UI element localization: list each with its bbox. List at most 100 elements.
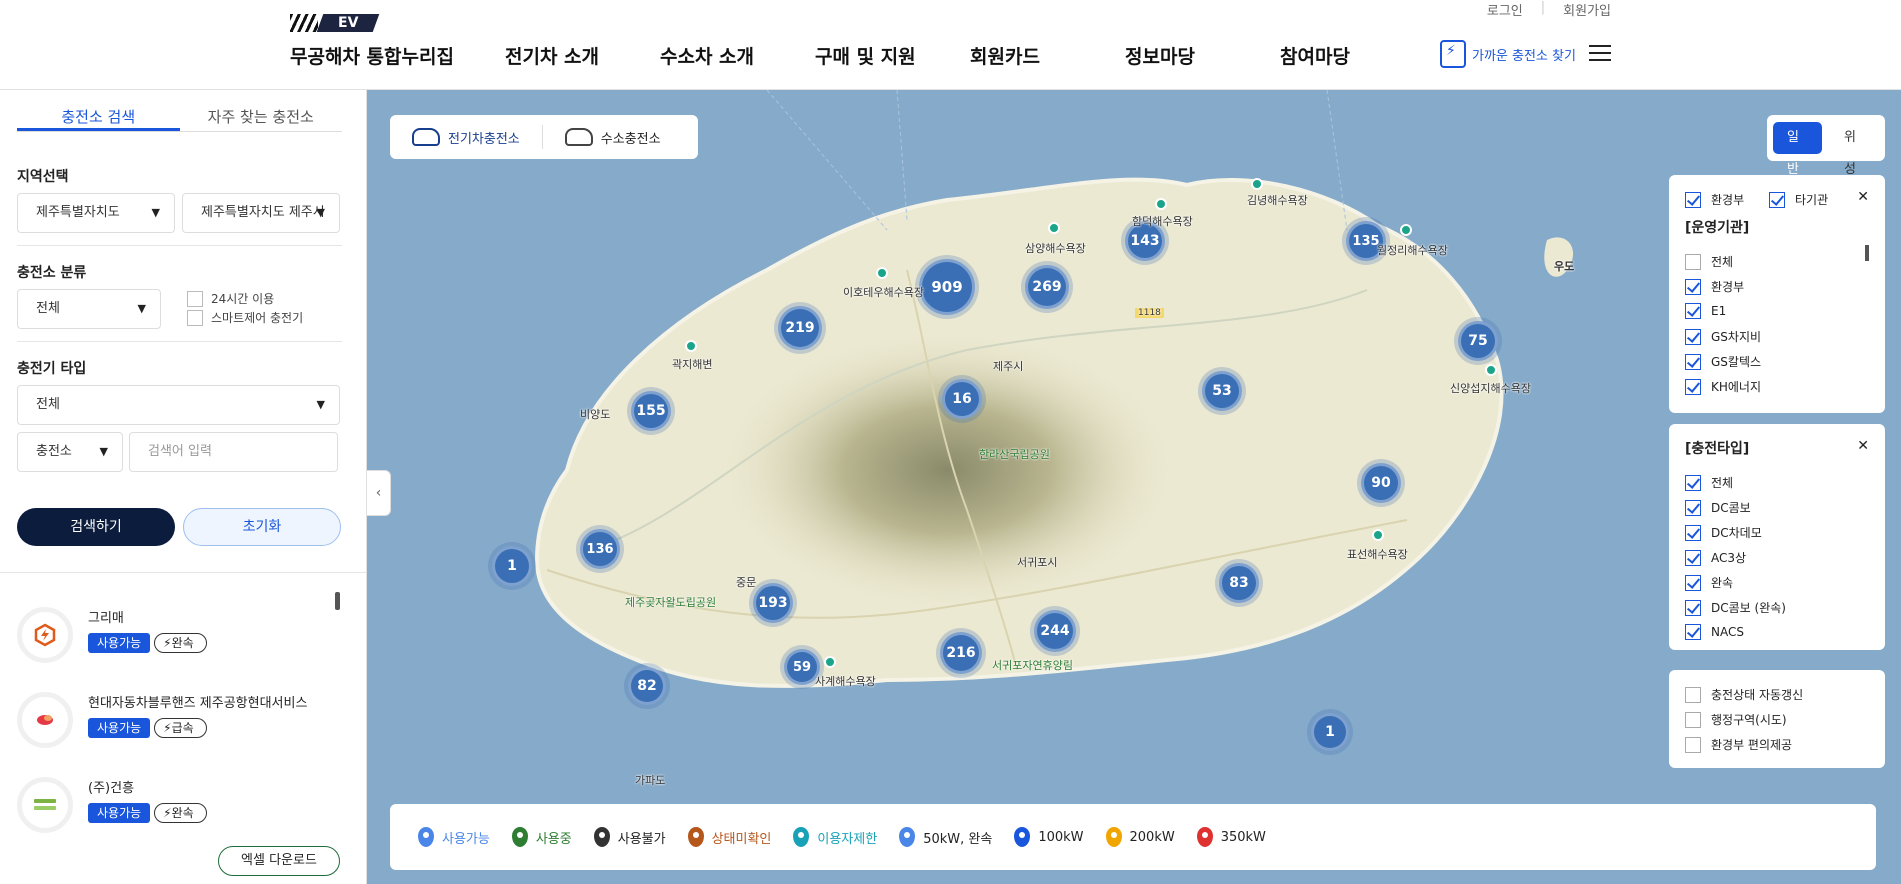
checkbox[interactable]: [1685, 499, 1701, 516]
checkbox[interactable]: [1685, 711, 1701, 728]
checkbox[interactable]: [1685, 736, 1701, 753]
operator-item[interactable]: 전체: [1685, 253, 1733, 270]
close-icon[interactable]: ✕: [1857, 438, 1869, 454]
checkbox[interactable]: [1685, 253, 1701, 270]
checkbox[interactable]: [1685, 191, 1701, 208]
search-target-select[interactable]: 충전소 ▼: [17, 432, 123, 472]
checkbox[interactable]: [1685, 328, 1701, 345]
cluster-marker[interactable]: 136: [580, 529, 620, 569]
map-view[interactable]: 909 269 143 135 219 16 53 75 155 90 136 …: [367, 90, 1901, 884]
find-nearby-charger-button[interactable]: 가까운 충전소 찾기: [1440, 40, 1576, 68]
checkbox[interactable]: [1685, 686, 1701, 703]
bolt-icon: ⚡: [163, 636, 172, 650]
operator-item[interactable]: GS차지비: [1685, 328, 1761, 345]
charge-type-item[interactable]: 전체: [1685, 474, 1733, 491]
checkbox[interactable]: [1685, 474, 1701, 491]
list-item[interactable]: 현대자동차블루핸즈 제주공항현대서비스 사용가능 ⚡급속: [17, 692, 337, 772]
place-label: 제주시: [993, 360, 1024, 373]
charge-type-item[interactable]: DC콤보 (완속): [1685, 599, 1786, 616]
checkbox[interactable]: [1685, 378, 1701, 395]
cluster-marker[interactable]: 219: [778, 306, 822, 350]
tab-ev-charger[interactable]: 전기차충전소: [390, 125, 543, 149]
login-link[interactable]: 로그인: [1487, 0, 1523, 19]
checkbox[interactable]: [1685, 574, 1701, 591]
station-name[interactable]: 현대자동차블루핸즈 제주공항현대서비스: [88, 692, 307, 711]
checkbox[interactable]: [187, 309, 203, 326]
operator-scrollbar[interactable]: [1865, 245, 1869, 261]
filter-other-agency[interactable]: 타기관: [1769, 191, 1828, 208]
view-satellite-button[interactable]: 위성: [1830, 122, 1879, 177]
location-pin-icon: [511, 827, 528, 847]
checkbox[interactable]: [1685, 353, 1701, 370]
nav-hydrogen-intro[interactable]: 수소차 소개: [660, 42, 815, 69]
nav-ev-intro[interactable]: 전기차 소개: [505, 42, 660, 69]
nav-member-card[interactable]: 회원카드: [970, 42, 1125, 69]
cluster-marker[interactable]: 155: [631, 391, 671, 431]
cluster-marker[interactable]: 53: [1202, 371, 1242, 411]
cluster-marker[interactable]: 75: [1458, 321, 1498, 361]
checkbox[interactable]: [1685, 303, 1701, 319]
chevron-down-icon: ▼: [316, 206, 325, 219]
tab-favorite-stations[interactable]: 자주 찾는 충전소: [180, 106, 343, 131]
option-24h[interactable]: 24시간 이용: [187, 290, 274, 307]
charge-type-item[interactable]: DC콤보: [1685, 499, 1751, 516]
charger-type-select[interactable]: 전체 ▼: [17, 385, 340, 425]
cluster-marker[interactable]: 909: [919, 259, 975, 315]
cluster-marker[interactable]: 82: [628, 667, 666, 705]
region-province-select[interactable]: 제주특별자치도 ▼: [17, 193, 175, 233]
list-item[interactable]: 그리매 사용가능 ⚡완속: [17, 607, 337, 687]
tab-hydrogen-charger[interactable]: 수소충전소: [543, 125, 683, 149]
option-smart-control[interactable]: 스마트제어 충전기: [187, 309, 303, 326]
checkbox[interactable]: [1685, 624, 1701, 640]
station-name[interactable]: 그리매: [88, 607, 124, 626]
option-auto-refresh[interactable]: 충전상태 자동갱신: [1685, 686, 1803, 703]
reset-button[interactable]: 초기화: [183, 508, 341, 546]
nav-participation[interactable]: 참여마당: [1280, 42, 1435, 69]
filter-env-ministry[interactable]: 환경부: [1685, 191, 1744, 208]
charge-type-item[interactable]: AC3상: [1685, 549, 1746, 566]
nav-purchase-support[interactable]: 구매 및 지원: [815, 42, 970, 69]
operator-item[interactable]: GS칼텍스: [1685, 353, 1761, 370]
list-item[interactable]: (주)건흥 사용가능 ⚡완속: [17, 777, 337, 857]
checkbox[interactable]: [1685, 549, 1701, 566]
operator-item[interactable]: 환경부: [1685, 278, 1744, 295]
cluster-marker[interactable]: 244: [1034, 610, 1076, 652]
charge-type-item[interactable]: DC차데모: [1685, 524, 1762, 541]
charge-type-item[interactable]: 완속: [1685, 574, 1733, 591]
ev-logo[interactable]: EV: [290, 14, 380, 32]
site-title[interactable]: 무공해차 통합누리집: [290, 42, 454, 69]
station-class-select[interactable]: 전체 ▼: [17, 289, 161, 329]
cluster-marker[interactable]: 16: [942, 379, 982, 419]
checkbox[interactable]: [1685, 599, 1701, 616]
cluster-marker[interactable]: 216: [940, 632, 982, 674]
search-input[interactable]: 검색어 입력: [129, 432, 338, 472]
operator-title: [운영기관]: [1685, 220, 1750, 236]
checkbox[interactable]: [1685, 278, 1701, 295]
view-normal-button[interactable]: 일반: [1773, 122, 1822, 177]
checkbox[interactable]: [1685, 524, 1701, 541]
operator-item[interactable]: E1: [1685, 303, 1726, 319]
checkbox[interactable]: [187, 290, 203, 307]
nav-info[interactable]: 정보마당: [1125, 42, 1280, 69]
signup-link[interactable]: 회원가입: [1563, 0, 1611, 19]
operator-item[interactable]: KH에너지: [1685, 378, 1761, 395]
collapse-panel-button[interactable]: ‹: [367, 470, 391, 516]
menu-icon[interactable]: [1589, 45, 1611, 61]
search-button[interactable]: 검색하기: [17, 508, 175, 546]
region-city-select[interactable]: 제주특별자치도 제주시 ▼: [182, 193, 340, 233]
charge-type-item[interactable]: NACS: [1685, 624, 1744, 640]
cluster-marker[interactable]: 90: [1361, 463, 1401, 503]
cluster-marker[interactable]: 83: [1219, 563, 1259, 603]
cluster-marker[interactable]: 1: [492, 546, 532, 586]
station-name[interactable]: (주)건흥: [88, 777, 134, 796]
excel-download-button[interactable]: 엑셀 다운로드: [218, 846, 340, 876]
cluster-marker[interactable]: 1: [1311, 713, 1349, 751]
option-convenience[interactable]: 환경부 편의제공: [1685, 736, 1792, 753]
close-icon[interactable]: ✕: [1857, 189, 1869, 205]
cluster-marker[interactable]: 193: [753, 583, 793, 623]
cluster-marker[interactable]: 269: [1025, 265, 1069, 309]
list-scrollbar[interactable]: [335, 592, 340, 610]
tab-station-search[interactable]: 충전소 검색: [17, 106, 180, 131]
option-admin-region[interactable]: 행정구역(시도): [1685, 711, 1787, 728]
checkbox[interactable]: [1769, 191, 1785, 208]
